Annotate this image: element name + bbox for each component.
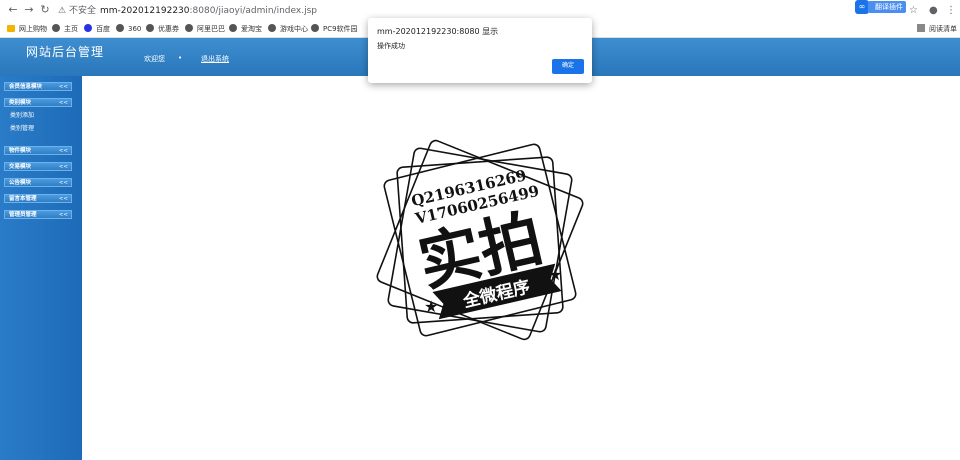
menu-trade[interactable]: 交易模块 << <box>4 162 72 171</box>
bookmark-item[interactable]: 网上购物 <box>7 23 47 35</box>
logout-link[interactable]: 退出系统 <box>201 54 229 64</box>
globe-icon <box>229 24 237 32</box>
bookmark-item[interactable]: 百度 <box>84 23 110 35</box>
watermark-stamp: Q2196316269 V17060256499 实拍 全微程序 ★ ★ <box>376 139 584 341</box>
star-icon: ★ <box>548 265 562 284</box>
globe-icon <box>52 24 60 32</box>
extension-logo-icon[interactable]: ∞ <box>855 0 869 14</box>
globe-icon <box>116 24 124 32</box>
collapse-icon: << <box>58 148 68 154</box>
globe-icon <box>146 24 154 32</box>
warning-icon: ⚠ <box>58 6 67 16</box>
bookmark-item[interactable]: 360 <box>116 23 141 35</box>
menu-admin[interactable]: 管理员管理 << <box>4 210 72 219</box>
folder-icon <box>7 25 15 32</box>
security-indicator[interactable]: ⚠ 不安全 <box>58 3 96 19</box>
ok-button[interactable]: 确定 <box>552 59 584 74</box>
menu-category[interactable]: 类别模块 << <box>4 98 72 107</box>
alert-dialog: mm-202012192230:8080 显示 操作成功 确定 <box>368 18 592 83</box>
menu-items[interactable]: 物件模块 << <box>4 146 72 155</box>
reload-icon[interactable]: ↻ <box>38 3 52 17</box>
bookmark-item[interactable]: 爱淘宝 <box>229 23 262 35</box>
collapse-icon: << <box>58 164 68 170</box>
forward-icon[interactable]: → <box>22 3 36 17</box>
menu-guestbook[interactable]: 留言本管理 << <box>4 194 72 203</box>
bookmark-item[interactable]: PC9软件园 <box>311 23 358 35</box>
bookmark-item[interactable]: 游戏中心 <box>268 23 308 35</box>
reading-list-icon <box>917 24 925 32</box>
globe-icon <box>185 24 193 32</box>
globe-icon <box>268 24 276 32</box>
collapse-icon: << <box>58 84 68 90</box>
site-title: 网站后台管理 <box>26 45 105 59</box>
bookmark-item[interactable]: 主页 <box>52 23 78 35</box>
collapse-icon: << <box>58 196 68 202</box>
menu-member-info[interactable]: 会员信息模块 << <box>4 82 72 91</box>
back-icon[interactable]: ← <box>6 3 20 17</box>
star-icon: ★ <box>424 297 438 316</box>
url-text[interactable]: mm-202012192230:8080/jiaoyi/admin/index.… <box>100 3 317 19</box>
bookmark-item[interactable]: 优惠券 <box>146 23 179 35</box>
menu-icon[interactable]: ⋮ <box>946 5 956 17</box>
address-bar[interactable]: ⚠ 不安全 mm-202012192230:8080/jiaoyi/admin/… <box>54 3 904 19</box>
collapse-icon: << <box>58 212 68 218</box>
submenu-category-add[interactable]: 类别添加 <box>10 112 34 120</box>
submenu-category-manage[interactable]: 类别管理 <box>10 125 34 133</box>
star-icon[interactable]: ☆ <box>909 5 918 17</box>
baidu-icon <box>84 24 92 32</box>
separator-dot: • <box>178 54 183 62</box>
globe-icon <box>311 24 319 32</box>
collapse-icon: << <box>58 100 68 106</box>
profile-icon[interactable]: ● <box>929 5 938 17</box>
collapse-icon: << <box>58 180 68 186</box>
welcome-text: 欢迎您 <box>144 55 165 63</box>
dialog-message: 操作成功 <box>377 42 405 50</box>
extension-button[interactable]: 翻译插件 <box>868 1 906 13</box>
bookmark-item[interactable]: 阿里巴巴 <box>185 23 225 35</box>
reading-list-button[interactable]: 阅读清单 <box>917 23 957 35</box>
dialog-title: mm-202012192230:8080 显示 <box>377 27 499 36</box>
sidebar: 会员信息模块 << 类别模块 << 类别添加 类别管理 物件模块 << 交易模块… <box>0 76 82 460</box>
menu-notice[interactable]: 公告模块 << <box>4 178 72 187</box>
